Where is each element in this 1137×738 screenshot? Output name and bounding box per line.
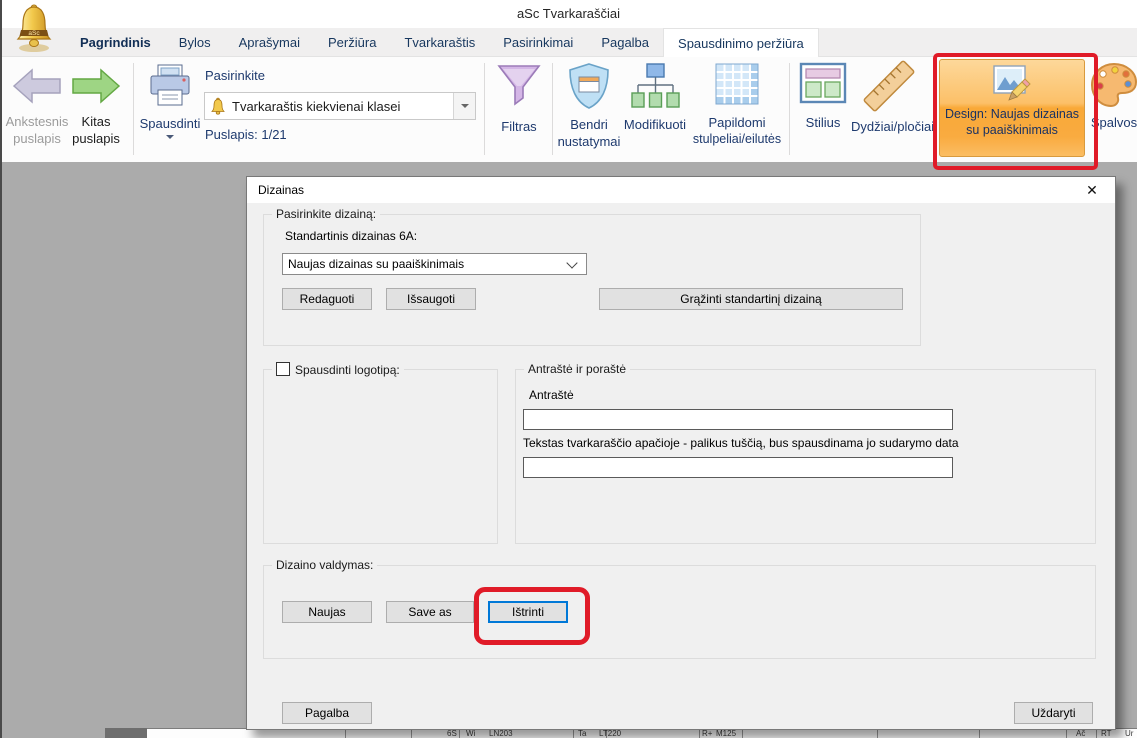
funnel-icon [495,62,543,110]
ribbon-separator [484,63,485,155]
print-dropdown-caret-icon [166,135,174,139]
shield-icon [566,62,612,110]
tab-tvarkarastis[interactable]: Tvarkaraštis [390,28,489,56]
mini-bell-icon [210,97,226,115]
colors-button[interactable]: Spalvos [1090,62,1137,131]
app-window: aSc Tvarkaraščiai aSc Pagrindinis Bylos … [0,0,1137,738]
general-settings-label-line2: nustatymai [556,133,622,150]
next-page-label-line2: puslapis [66,130,126,147]
group-design-management-title: Dizaino valdymas: [272,558,377,572]
design-combobox[interactable]: Naujas dizainas su paaiškinimais [282,253,587,275]
footer-input[interactable] [523,457,953,478]
timetable-combobox-dropdown-button[interactable] [453,93,475,119]
dropdown-arrow-icon [461,104,469,108]
save-button[interactable]: Išsaugoti [386,288,476,310]
page-indicator: Puslapis: 1/21 [205,127,287,142]
print-button[interactable]: Spausdinti [138,63,202,139]
design-picture-pencil-icon [992,65,1032,103]
printer-icon [147,63,193,109]
arrow-right-icon [71,67,121,105]
print-logo-checkbox-row[interactable]: Spausdinti logotipą: [272,362,404,377]
sizes-widths-label: Dydžiai/pločiai [851,118,927,135]
style-label: Stilius [795,114,851,131]
print-label: Spausdinti [138,115,202,132]
group-print-logo: Spausdinti logotipą: [263,369,498,544]
timetable-combobox[interactable]: Tvarkaraštis kiekvienai klasei [204,92,476,120]
window-left-edge [0,0,2,738]
chevron-down-icon [566,257,577,268]
help-button[interactable]: Pagalba [282,702,372,724]
org-chart-icon [629,62,681,110]
asc-bell-logo-icon[interactable]: aSc [15,3,53,58]
header-input[interactable] [523,409,953,430]
extra-label-line2: stulpeliai/eilutės [692,131,782,148]
group-header-footer-title: Antraštė ir poraštė [524,362,630,376]
modify-button[interactable]: Modifikuoti [618,62,692,133]
filter-button[interactable]: Filtras [488,62,550,135]
general-settings-button[interactable]: Bendri nustatymai [556,62,622,150]
sizes-widths-button[interactable]: Dydžiai/pločiai [851,60,927,135]
next-page-button[interactable]: Kitas puslapis [66,67,126,147]
window-title: aSc Tvarkaraščiai [0,6,1137,21]
new-button[interactable]: Naujas [282,601,372,623]
standard-design-label: Standartinis dizainas 6A: [285,229,417,243]
ribbon-separator [789,63,790,155]
design-label-line1: Design: Naujas dizainas [940,106,1084,122]
title-bar: aSc Tvarkaraščiai [0,0,1137,28]
close-button[interactable]: Uždaryti [1014,702,1093,724]
filter-label: Filtras [488,118,550,135]
style-button[interactable]: Stilius [795,62,851,131]
tab-spausdinimo-perziura[interactable]: Spausdinimo peržiūra [663,28,819,57]
tab-pagalba[interactable]: Pagalba [587,28,663,56]
svg-text:aSc: aSc [28,30,40,37]
dialog-title-bar[interactable]: Dizainas ✕ [247,177,1115,203]
print-logo-label: Spausdinti logotipą: [295,363,400,377]
tab-aprasymai[interactable]: Aprašymai [225,28,314,56]
tab-perziura[interactable]: Peržiūra [314,28,390,56]
general-settings-label-line1: Bendri [556,116,622,133]
dialog-title: Dizainas [258,183,304,197]
select-label: Pasirinkite [205,68,265,83]
header-label: Antraštė [529,388,574,402]
grid-icon [713,62,761,108]
design-dialog: Dizainas ✕ Pasirinkite dizainą: Standart… [246,176,1116,730]
footer-label: Tekstas tvarkaraščio apačioje - palikus … [523,436,959,450]
extra-columns-rows-button[interactable]: Papildomi stulpeliai/eilutės [692,62,782,148]
tab-bylos[interactable]: Bylos [165,28,225,56]
timetable-combobox-value: Tvarkaraštis kiekvienai klasei [226,99,453,114]
edit-button[interactable]: Redaguoti [282,288,372,310]
dialog-close-icon[interactable]: ✕ [1075,178,1109,202]
tab-pasirinkimai[interactable]: Pasirinkimai [489,28,587,56]
ribbon-separator [552,63,553,155]
delete-button[interactable]: Ištrinti [488,601,568,623]
design-button[interactable]: Design: Naujas dizainas su paaiškinimais [939,59,1085,157]
save-as-button[interactable]: Save as [386,601,474,623]
layout-style-icon [799,62,847,106]
ruler-icon [860,60,918,112]
previous-page-button[interactable]: Ankstesnis puslapis [4,67,70,147]
extra-label-line1: Papildomi [692,114,782,131]
timetable-sliver-darkcell [105,728,147,738]
next-page-label-line1: Kitas [66,113,126,130]
tab-pagrindinis[interactable]: Pagrindinis [66,28,165,56]
ribbon-separator [133,63,134,155]
restore-standard-design-button[interactable]: Grąžinti standartinį dizainą [599,288,903,310]
palette-icon [1090,62,1137,108]
sliver-cell: Ur [1125,728,1133,738]
group-select-design-title: Pasirinkite dizainą: [272,207,380,221]
previous-page-label-line1: Ankstesnis [4,113,70,130]
colors-label: Spalvos [1090,114,1137,131]
previous-page-label-line2: puslapis [4,130,70,147]
ribbon-tab-bar: Pagrindinis Bylos Aprašymai Peržiūra Tva… [0,28,1137,57]
ribbon: Ankstesnis puslapis Kitas puslapis Spa [0,57,1137,163]
modify-label: Modifikuoti [618,116,692,133]
print-logo-checkbox[interactable] [276,362,290,376]
design-label-line2: su paaiškinimais [940,122,1084,138]
arrow-left-icon [12,67,62,105]
design-combobox-value: Naujas dizainas su paaiškinimais [283,257,568,271]
